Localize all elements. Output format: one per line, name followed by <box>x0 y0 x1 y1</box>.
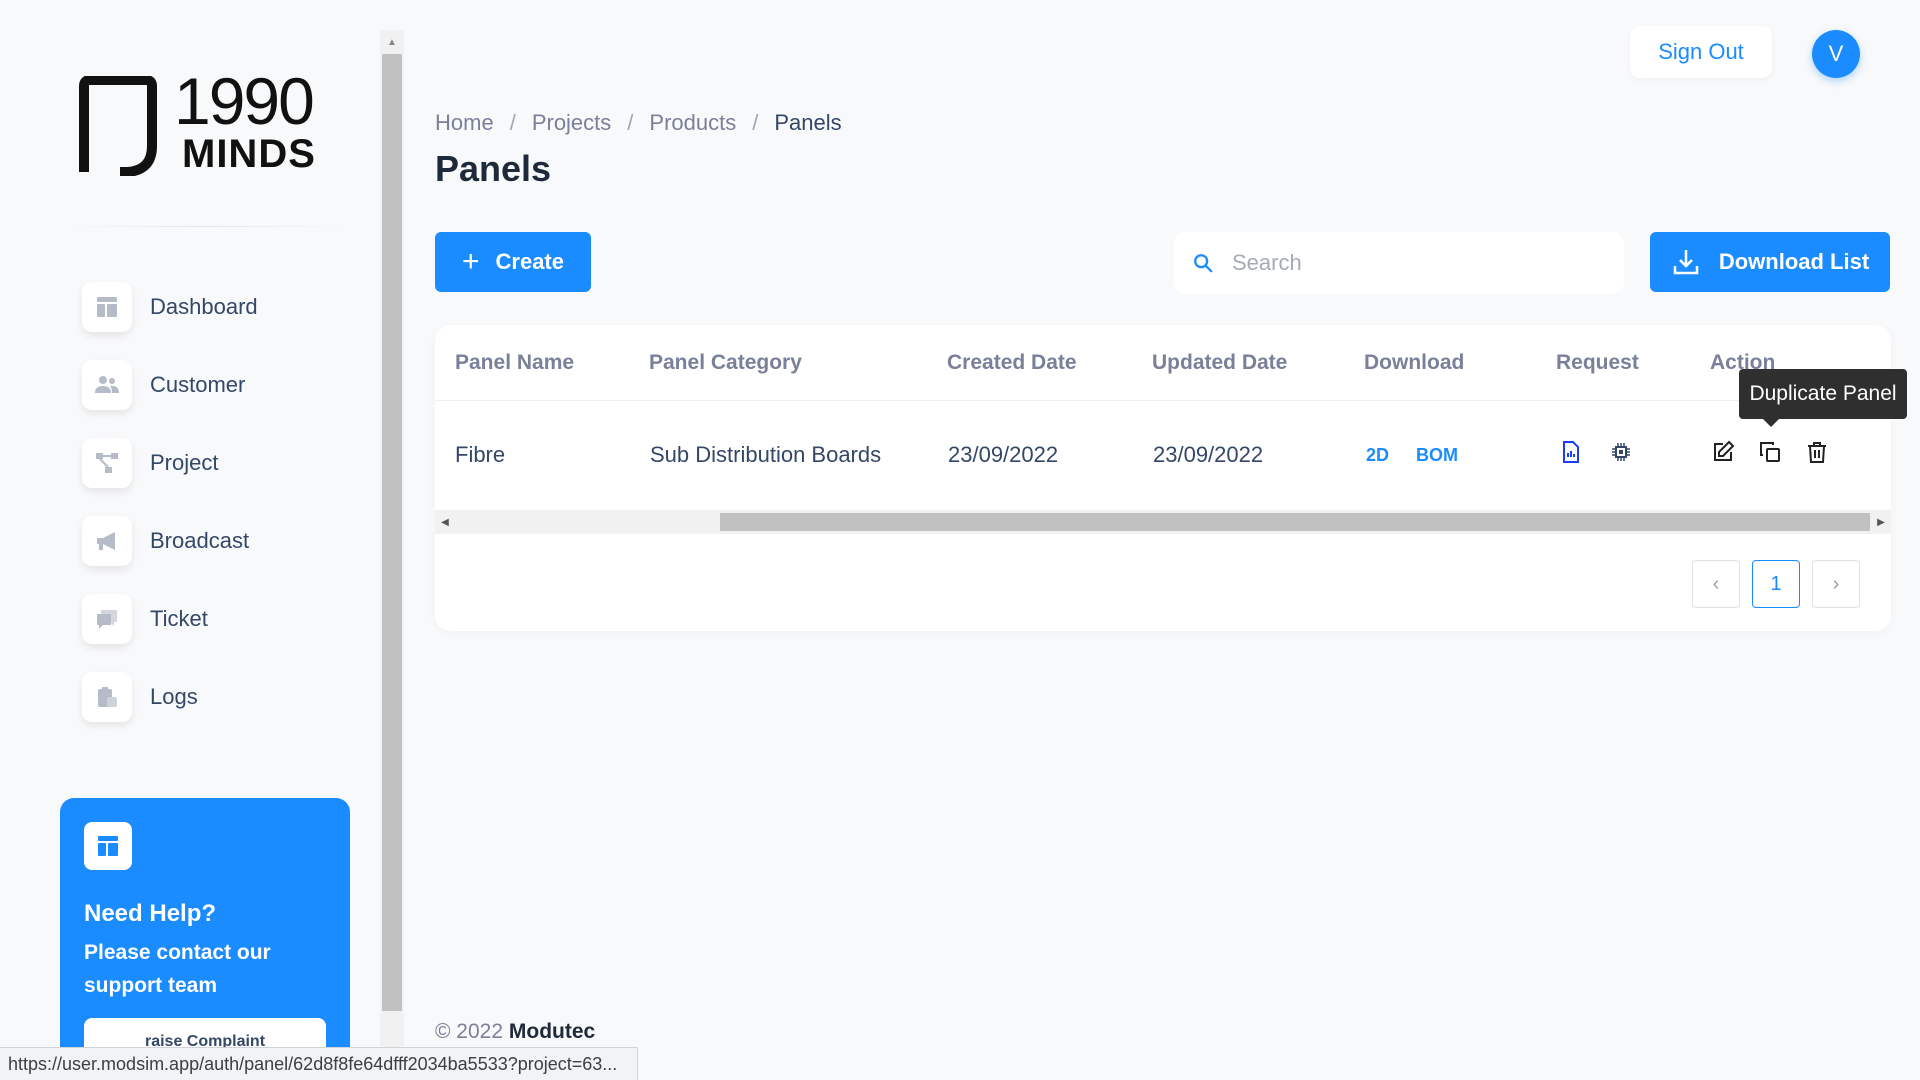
create-button[interactable]: + Create <box>435 232 591 292</box>
sidebar-item-label: Customer <box>150 372 246 397</box>
panels-table-card: Panel Name Panel Category Created Date U… <box>435 325 1891 631</box>
scrollbar-thumb[interactable] <box>382 54 402 1011</box>
table-horizontal-scrollbar[interactable]: ◀ ▶ <box>435 510 1891 534</box>
breadcrumb-products[interactable]: Products <box>649 110 736 136</box>
logo-text-number: 1990 <box>174 64 315 138</box>
footer: © 2022 Modutec <box>435 1020 595 1044</box>
breadcrumb-panels: Panels <box>774 110 842 135</box>
search-input[interactable] <box>1232 250 1612 276</box>
sidebar-item-label: Logs <box>150 684 198 709</box>
sidebar-item-broadcast[interactable]: Broadcast <box>82 502 258 580</box>
sidebar: 1990 MINDS Dashboard Customer Project Br… <box>0 0 380 1080</box>
cell-panel-category: Sub Distribution Boards <box>650 442 882 467</box>
download-icon <box>1673 250 1699 275</box>
help-dashboard-icon <box>84 822 132 870</box>
sidebar-scrollbar[interactable]: ▲ <box>380 30 404 1080</box>
breadcrumb-separator: / <box>627 110 634 135</box>
help-text: Please contact our support team <box>84 941 271 997</box>
scroll-up-icon[interactable]: ▲ <box>380 30 404 54</box>
search-box[interactable] <box>1174 232 1624 294</box>
create-label: Create <box>495 249 564 274</box>
table-header: Panel Name Panel Category Created Date U… <box>435 325 1891 401</box>
footer-company[interactable]: Modutec <box>509 1020 595 1043</box>
request-report-icon[interactable] <box>1557 438 1585 466</box>
help-card: Need Help? Please contact our support te… <box>60 798 350 1080</box>
column-header-panel-category[interactable]: Panel Category <box>649 351 802 375</box>
breadcrumb-projects[interactable]: Projects <box>532 110 611 136</box>
broadcast-icon <box>82 516 132 566</box>
download-list-button[interactable]: Download List <box>1650 232 1890 292</box>
column-header-updated-date[interactable]: Updated Date <box>1152 351 1287 375</box>
brand-logo[interactable]: 1990 MINDS <box>76 68 336 178</box>
breadcrumb: Home / Projects / Products / Panels <box>435 110 842 136</box>
download-bom-link[interactable]: BOM <box>1416 445 1458 466</box>
sign-out-button[interactable]: Sign Out <box>1630 26 1772 78</box>
breadcrumb-home[interactable]: Home <box>435 110 494 136</box>
pagination-next-button[interactable]: › <box>1812 560 1860 608</box>
download-2d-link[interactable]: 2D <box>1366 445 1389 466</box>
sidebar-item-project[interactable]: Project <box>82 424 258 502</box>
sidebar-divider <box>60 226 350 227</box>
help-title: Need Help? <box>84 900 217 927</box>
search-icon <box>1194 254 1213 273</box>
footer-copyright: © 2022 <box>435 1020 504 1043</box>
sidebar-item-customer[interactable]: Customer <box>82 346 258 424</box>
sidebar-item-label: Broadcast <box>150 528 250 553</box>
plus-icon: + <box>461 245 480 278</box>
column-header-created-date[interactable]: Created Date <box>947 351 1077 375</box>
sidebar-nav: Dashboard Customer Project Broadcast Tic… <box>82 268 258 736</box>
breadcrumb-separator: / <box>752 110 759 135</box>
scroll-right-icon[interactable]: ▶ <box>1871 510 1891 534</box>
ticket-icon <box>82 594 132 644</box>
logo-mark-icon <box>79 76 157 176</box>
chevron-left-icon: ‹ <box>1712 572 1720 595</box>
sidebar-item-logs[interactable]: Logs <box>82 658 258 736</box>
download-list-label: Download List <box>1718 249 1870 274</box>
logo-text-word: MINDS <box>182 132 316 176</box>
customer-icon <box>82 360 132 410</box>
page-title: Panels <box>435 148 552 189</box>
dashboard-icon <box>82 282 132 332</box>
cell-created-date: 23/09/2022 <box>948 442 1059 467</box>
duplicate-panel-tooltip: Duplicate Panel <box>1739 369 1907 427</box>
sidebar-item-label: Project <box>150 450 219 475</box>
column-header-download: Download <box>1364 351 1465 374</box>
sidebar-item-label: Ticket <box>150 606 208 631</box>
cell-updated-date: 23/09/2022 <box>1153 442 1264 467</box>
pagination-prev-button[interactable]: ‹ <box>1692 560 1740 608</box>
column-header-panel-name[interactable]: Panel Name <box>455 351 574 375</box>
avatar[interactable]: V <box>1812 30 1860 78</box>
sidebar-item-label: Dashboard <box>150 294 258 319</box>
delete-icon[interactable] <box>1803 438 1831 466</box>
column-header-request: Request <box>1556 351 1639 374</box>
request-chip-icon[interactable] <box>1607 438 1635 466</box>
edit-icon[interactable] <box>1709 438 1737 466</box>
chevron-right-icon: › <box>1832 572 1840 595</box>
status-bar-url: https://user.modsim.app/auth/panel/62d8f… <box>0 1047 638 1080</box>
sidebar-item-dashboard[interactable]: Dashboard <box>82 268 258 346</box>
project-icon <box>82 438 132 488</box>
sidebar-item-ticket[interactable]: Ticket <box>82 580 258 658</box>
breadcrumb-separator: / <box>509 110 516 135</box>
cell-panel-name: Fibre <box>455 442 506 467</box>
scroll-left-icon[interactable]: ◀ <box>435 510 455 534</box>
logs-icon <box>82 672 132 722</box>
pagination-page-button[interactable]: 1 <box>1752 560 1800 608</box>
scrollbar-thumb[interactable] <box>720 513 1870 531</box>
duplicate-icon[interactable] <box>1756 438 1784 466</box>
